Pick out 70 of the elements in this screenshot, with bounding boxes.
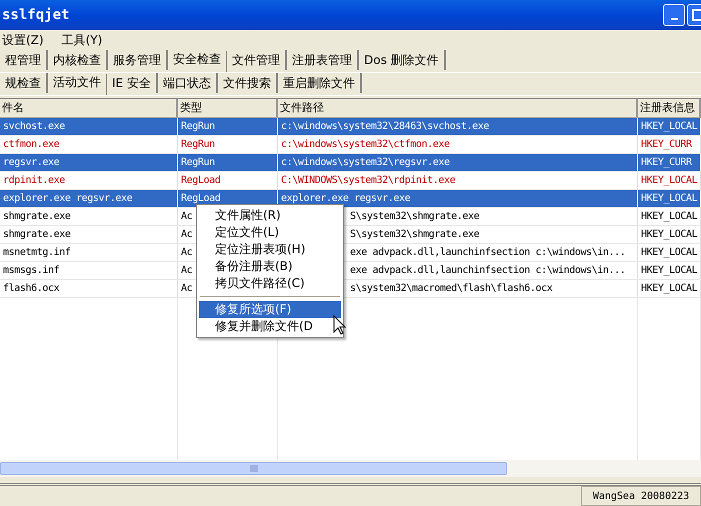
table-cell: HKEY_CURR — [641, 139, 692, 150]
menu-item[interactable]: 定位文件(L) — [199, 224, 341, 241]
table-cell: RegRun — [181, 157, 215, 168]
table-cell: HKEY_LOCAL — [641, 211, 698, 222]
tab[interactable]: Dos 删除文件 — [359, 50, 446, 70]
menu-item[interactable]: 设置(Z) — [0, 32, 46, 48]
tab[interactable]: 安全检查 — [168, 51, 227, 72]
menu-item[interactable]: 修复所选项(F) — [199, 301, 341, 318]
tab[interactable]: 服务管理 — [108, 50, 168, 70]
table-cell: s\system32\macromed\flash\flash6.ocx — [350, 283, 552, 294]
table-cell: ctfmon.exe — [3, 139, 60, 150]
tab[interactable]: 注册表管理 — [287, 50, 359, 70]
table-cell: HKEY_LOCAL — [641, 247, 698, 258]
minimize-button[interactable] — [663, 4, 685, 26]
table-cell: Ac — [181, 211, 192, 222]
table-cell: c:\windows\system32\ctfmon.exe — [281, 139, 450, 150]
table-cell: HKEY_LOCAL — [641, 121, 698, 132]
table-cell: HKEY_LOCAL — [641, 229, 698, 240]
minimize-icon — [670, 18, 678, 20]
tab[interactable]: 活动文件 — [48, 74, 107, 95]
table-cell: explorer.exe regsvr.exe — [3, 193, 132, 204]
table-cell: HKEY_LOCAL — [641, 175, 698, 186]
table-cell: Ac — [181, 247, 192, 258]
status-text: WangSea 20080223 — [581, 486, 701, 506]
tab[interactable]: 规检查 — [0, 73, 48, 93]
table-cell: flash6.ocx — [3, 283, 60, 294]
table-cell: HKEY_LOCAL — [641, 193, 698, 204]
table-cell: rdpinit.exe — [3, 175, 65, 186]
scrollbar-thumb[interactable] — [0, 462, 507, 475]
menu-item[interactable]: 文件属性(R) — [199, 207, 341, 224]
table-cell: shmgrate.exe — [3, 211, 70, 222]
table-cell: RegLoad — [181, 193, 220, 204]
tab[interactable]: 重启删除文件 — [278, 73, 362, 93]
table-row[interactable]: regsvr.exe RegRun c:\windows\system32\regsvr.exe HKEY_CURR — [0, 154, 701, 172]
table-cell: RegRun — [181, 139, 215, 150]
tab[interactable]: IE 安全 — [107, 73, 158, 93]
table-row[interactable]: svchost.exe RegRun c:\windows\system32\28463\svchost.exe HKEY_LOCAL — [0, 118, 701, 136]
table-cell: HKEY_CURR — [641, 157, 692, 168]
table-cell: Ac — [181, 283, 192, 294]
table-cell: S\system32\shmgrate.exe — [350, 229, 480, 240]
table-cell: explorer.exe regsvr.exe — [281, 193, 410, 204]
table-cell: svchost.exe — [3, 121, 65, 132]
tab[interactable]: 内核检查 — [48, 50, 108, 70]
table-cell: S\system32\shmgrate.exe — [350, 211, 480, 222]
table-cell: shmgrate.exe — [3, 229, 70, 240]
table-cell: c:\windows\system32\28463\svchost.exe — [281, 121, 489, 132]
table-cell: regsvr.exe — [3, 157, 60, 168]
table-cell: HKEY_LOCAL — [641, 265, 698, 276]
table-cell: RegRun — [181, 121, 215, 132]
table-cell: Ac — [181, 265, 192, 276]
table-cell: exe advpack.dll,launchinfsection c:\windows\in... — [350, 265, 626, 276]
table-cell: msmsgs.inf — [3, 265, 60, 276]
tab[interactable]: 程管理 — [0, 50, 48, 70]
table-cell: C:\WINDOWS\system32\rdpinit.exe — [281, 175, 456, 186]
table-cell: exe advpack.dll,launchinfsection c:\windows\in... — [350, 247, 626, 258]
tab[interactable]: 文件管理 — [227, 50, 287, 70]
menu-item[interactable]: 工具(Y) — [60, 32, 104, 48]
tab[interactable]: 文件搜索 — [218, 73, 278, 93]
table-cell: Ac — [181, 229, 192, 240]
table-cell: HKEY_LOCAL — [641, 283, 698, 294]
window-title: sslfqjet — [2, 7, 70, 23]
table-row[interactable]: explorer.exe regsvr.exe RegLoad explorer.exe regsvr.exe HKEY_LOCAL — [0, 190, 701, 208]
grip-icon — [250, 465, 258, 472]
tab[interactable]: 端口状态 — [158, 73, 218, 93]
table-cell: msnetmtg.inf — [3, 247, 70, 258]
horizontal-scrollbar[interactable] — [0, 460, 701, 477]
menu-item[interactable]: 定位注册表项(H) — [199, 241, 341, 258]
table-cell: RegLoad — [181, 175, 220, 186]
table-cell: c:\windows\system32\regsvr.exe — [281, 157, 450, 168]
maximize-icon — [692, 9, 701, 21]
